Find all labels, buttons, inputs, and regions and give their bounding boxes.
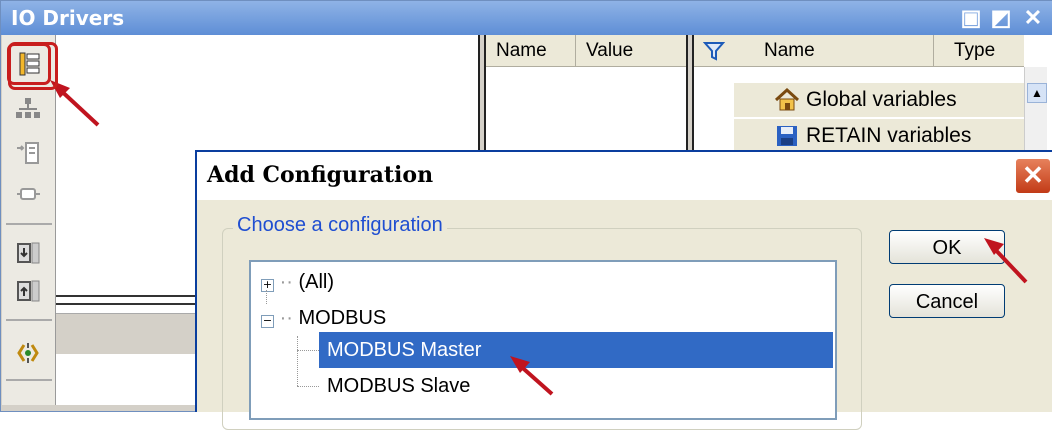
annotation-highlight [8, 42, 58, 90]
annotation-arrow [510, 356, 554, 396]
annotation-arrow [50, 80, 100, 127]
annotation-arrow [984, 238, 1028, 284]
annotation-overlay [50, 80, 1028, 396]
